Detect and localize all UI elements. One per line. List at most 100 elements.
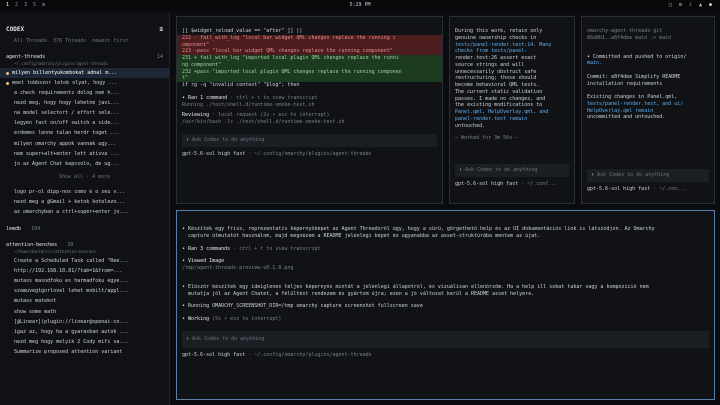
working-hint: (5s • esc to interrupt) — [212, 316, 282, 322]
review-text: genuine ownership checks in — [455, 34, 537, 41]
thread-item[interactable]: mutass matekot — [0, 297, 169, 307]
thread-item[interactable]: szamuvegtgorlovel lehet mobilt/appl... — [0, 287, 169, 297]
running-command: Running OMARCHY_SCREENSHOT_DIR=/tmp omar… — [188, 303, 423, 310]
assistant-message: capture útmutatót használom, majd megnéz… — [188, 232, 541, 239]
assistant-message: • Először készítek egy ideiglenes teljes… — [182, 283, 649, 290]
thread-item[interactable]: [@Linear](plugin://linear@openai-co... — [0, 317, 169, 327]
project-path: ~/.config/omarchy/plugins/agent-threads — [14, 60, 108, 66]
review-text: passes. I made no changes, and — [455, 95, 546, 102]
thread-item[interactable]: http://192.168.10.81/?tab=1&from=... — [0, 266, 169, 276]
thread-item[interactable]: igaz az, hogy ha a gyarasban autok ... — [0, 327, 169, 337]
sort-order[interactable]: newest first — [92, 38, 128, 45]
commit-text: uncommitted and untouched. — [587, 114, 666, 121]
terminal-window-diff[interactable]: [[ $widget_reload_value == "after" ]] ||… — [176, 16, 443, 204]
project-count: 14 — [156, 53, 163, 60]
project-path: ~/home/david/src/attention-benches — [14, 248, 96, 254]
project-group-attention-benches[interactable]: attention-benches 39 ~/home/david/src/at… — [0, 239, 169, 254]
model-label[interactable]: gpt-5.6-sol high fast — [182, 352, 245, 358]
diff-line: [[ $widget_reload_value == "after" ]] || — [182, 28, 303, 34]
project-group-lemdb[interactable]: lemdb 104 — [0, 223, 169, 233]
running-command: Running ./test/shell.d/runtime-smoke-tes… — [182, 101, 315, 108]
review-text: tests/panel-render.test:14. Many — [455, 41, 552, 48]
show-all-button[interactable]: Show all · 4 more — [0, 169, 169, 187]
status-line: gpt-5.6-sol high fast · ~/.config/omarch… — [182, 150, 372, 157]
diff-line-removed: 223 -pass "local bar widget QML changes … — [177, 48, 442, 55]
project-name[interactable]: lemdb — [6, 226, 21, 233]
review-text: become behavioral QML tests. — [455, 82, 540, 88]
thread-item[interactable]: na model selectort / effort sele... — [0, 108, 169, 118]
commit-text: main. — [587, 60, 603, 67]
status-line: gpt-5.6-sol high fast · ~/.conf... — [455, 180, 558, 187]
project-name[interactable]: agent-threads — [6, 54, 45, 61]
thread-item[interactable]: Create a Scheduled Task called "Ree... — [0, 256, 169, 266]
assistant-message: mutatja jól az Agent Chatet, a félültést… — [188, 290, 535, 297]
thread-item[interactable]: nem super+alt+enter lett ativva ... — [0, 149, 169, 159]
audio-icon[interactable]: ♪ — [689, 2, 692, 9]
prompt-input[interactable]: › Ask Codex to do anything — [182, 330, 709, 348]
ran-commands-label: Ran 1 command — [188, 94, 228, 101]
diff-line-removed: omponent" — [177, 41, 442, 49]
clock[interactable]: 5:29 PM — [0, 2, 720, 9]
system-tray: □ ⚙ ♪ ▲ ● — [669, 2, 712, 9]
reviewing-hint: · local request (2s • esc to interrupt) — [212, 112, 330, 119]
thread-item[interactable]: az omarchyban a ctrl+super+enter jo... — [0, 207, 169, 217]
model-label[interactable]: gpt-5.6-sol high fast — [455, 181, 518, 187]
review-text: source strings and will — [455, 61, 525, 68]
thread-item[interactable]: a check requirements dolog nem h... — [0, 88, 169, 98]
project-group-agent-threads[interactable]: agent-threads 14 ~/.config/omarchy/plugi… — [0, 51, 169, 66]
worked-for-divider: — Worked for 3m 56s — — [455, 135, 519, 142]
review-text: The current static validation — [455, 88, 543, 95]
thread-item[interactable]: milyen omarchy appok vannak ugy... — [0, 139, 169, 149]
prompt-input[interactable]: › Ask Codex to do anything — [587, 169, 709, 182]
thread-item[interactable]: nezd meg a @Gmail + ketok kotelezo... — [0, 197, 169, 207]
screen-icon[interactable]: □ — [669, 2, 672, 9]
diff-line: if rg -q "invalid context" "$log"; then — [182, 82, 300, 88]
terminal-window-review[interactable]: During this work, retain only genuine ow… — [449, 16, 575, 204]
transcript-hint: · ctrl + t to view transcript — [233, 245, 321, 252]
filter-all-threads[interactable]: All Threads — [14, 38, 47, 45]
git-push-output: omarchy-agent-threads git 86d8b1..a8f4de… — [587, 28, 672, 41]
prompt-input[interactable]: › Ask Codex to do anything — [182, 133, 437, 147]
review-text: render.test:26 assert exact — [455, 55, 537, 61]
top-bar: 1 2 3 5 ⊞ 5:29 PM □ ⚙ ♪ ▲ ● — [0, 0, 720, 11]
assistant-message: • Készítek egy friss, reprezentatív képe… — [182, 226, 655, 232]
prompt-input[interactable]: › Ask Codex to do anything — [455, 164, 569, 177]
review-text: unnecessarily obstruct safe — [455, 68, 537, 75]
thread-item[interactable]: milyen billentyukombokat adnal m... — [0, 67, 169, 79]
thread-item[interactable]: jo az Agent Chat kapcsolo, de ug... — [0, 159, 169, 169]
commit-text — [582, 67, 714, 74]
diff-line-removed: 222 - fail_with_log "local bar widget QM… — [177, 34, 442, 42]
thread-item[interactable]: legyen fast on/off switch a side... — [0, 119, 169, 129]
project-name[interactable]: attention-benches — [6, 242, 57, 249]
review-text: Panel.qml, HelpOverlay.qml, and — [455, 109, 549, 115]
thread-item[interactable]: logo pr-ol dipp-nos como e o seu v... — [0, 187, 169, 197]
menu-icon[interactable]: ≡ — [159, 26, 163, 34]
unread-dot-icon — [6, 82, 9, 86]
commit-text: tests/panel-render.test, and ui/ — [587, 100, 684, 107]
terminal-window-commit[interactable]: omarchy-agent-threads git 86d8b1..a8f4de… — [581, 16, 715, 204]
thread-item[interactable]: nezd meg hogy melyik 2 Cody mifi va... — [0, 337, 169, 347]
unread-dot-icon — [6, 71, 9, 75]
reviewing-label: Reviewing — [182, 112, 210, 119]
network-icon[interactable]: ▲ — [699, 2, 702, 9]
review-text: the existing modifications to — [455, 102, 543, 109]
commit-text: Commit: e8f4dee Simplify README — [587, 73, 681, 80]
diff-line-added: ng component" — [177, 61, 442, 69]
project-count: 39 — [67, 242, 74, 249]
diff-line-added: 231 + fail_with_log "imported local plug… — [177, 55, 442, 62]
terminal-window-main[interactable]: • Készítek egy friss, reprezentatív képe… — [176, 210, 715, 400]
review-text: panel-render.test remain — [455, 115, 528, 122]
review-text: checks from tests/panel- — [455, 48, 528, 55]
thread-item[interactable]: erdemes lenne talan herdr toget ... — [0, 129, 169, 139]
power-icon[interactable]: ● — [709, 2, 712, 9]
model-label[interactable]: gpt-5.6-sol high fast — [587, 186, 650, 192]
commit-text — [582, 87, 714, 94]
settings-icon[interactable]: ⚙ — [679, 2, 682, 9]
thread-item[interactable]: show some math — [0, 307, 169, 317]
thread-item[interactable]: nezd meg, hogy hogy lehetne javi... — [0, 98, 169, 108]
model-label[interactable]: gpt-5.6-sol high fast — [182, 151, 245, 157]
thread-item[interactable]: meet tobbszor letok olyat, hogy ... — [0, 78, 169, 88]
thread-item[interactable]: Summarize proposed attention variant — [0, 347, 169, 357]
review-text: During this work, retain only — [455, 28, 543, 34]
thread-item[interactable]: mutass masodfoku es harmadfoku egye... — [0, 277, 169, 287]
